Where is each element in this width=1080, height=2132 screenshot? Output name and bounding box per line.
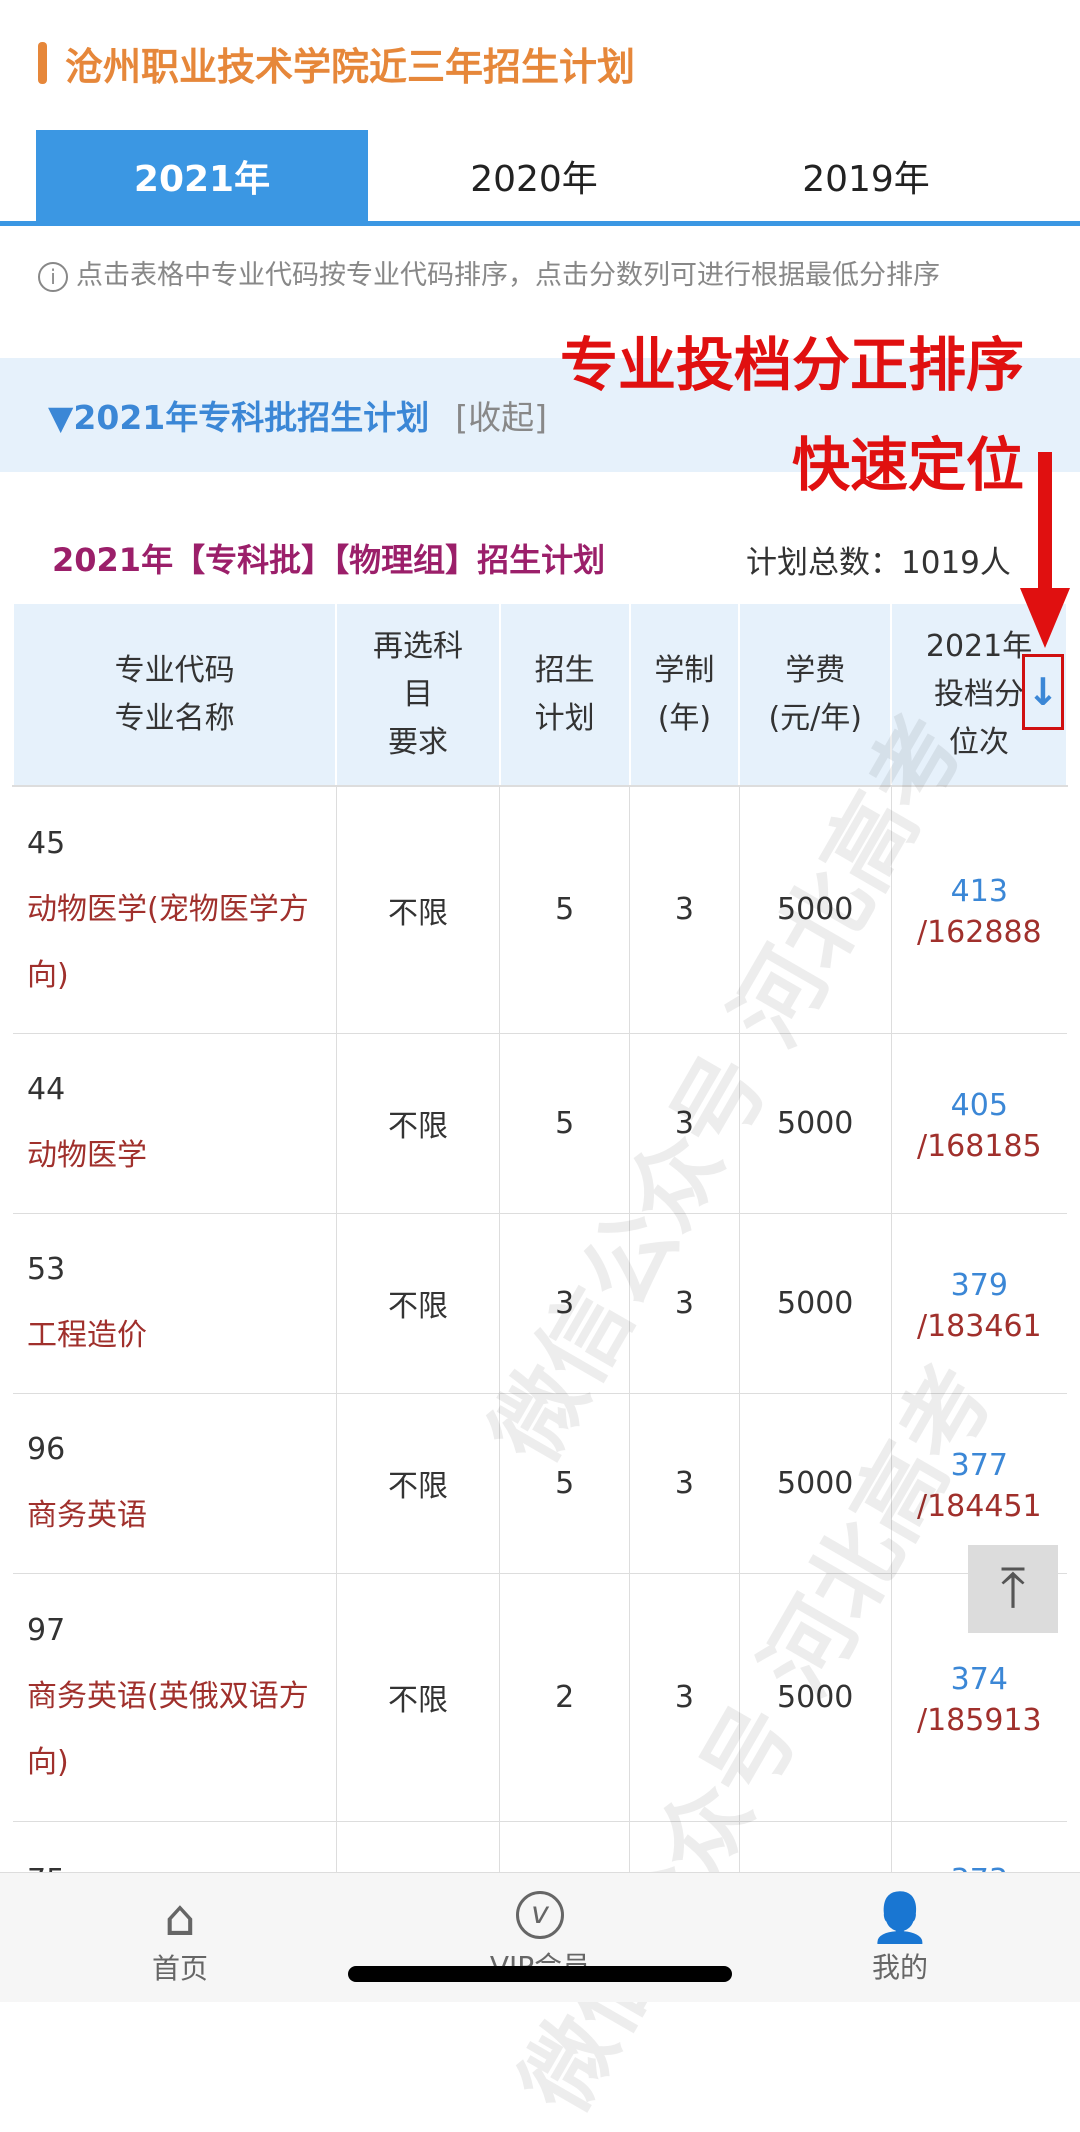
major-code: 44: [27, 1072, 66, 1107]
table-row[interactable]: 44 动物医学 不限 5 3 5000 405/168185: [13, 1032, 1067, 1214]
major-name: 工程造价: [27, 1318, 147, 1353]
major-cell[interactable]: 44 动物医学: [13, 1032, 337, 1214]
annotation-line2: 快速定位: [791, 431, 1024, 499]
home-indicator: [348, 1966, 732, 1982]
header-code-name[interactable]: 专业代码 专业名称: [11, 602, 338, 787]
years-cell: 3: [629, 1392, 740, 1574]
rank: /183461: [916, 1308, 1042, 1344]
red-arrow-icon: [1038, 452, 1052, 592]
year-tabs: 2021年 2020年 2019年: [0, 130, 1080, 226]
requirement-cell: 不限: [335, 785, 500, 1034]
header-years: 学制 (年): [628, 602, 741, 787]
plan-cell: 5: [499, 785, 630, 1034]
fee-cell: 5000: [738, 1212, 892, 1394]
major-cell[interactable]: 53 工程造价: [13, 1212, 337, 1394]
header-plan: 招生 计划: [498, 602, 631, 787]
major-name: 动物医学(宠物医学方向): [27, 891, 309, 993]
tab-2020[interactable]: 2020年: [368, 130, 700, 221]
rank: /168185: [916, 1128, 1042, 1164]
major-cell[interactable]: 97 商务英语(英俄双语方向): [13, 1572, 337, 1822]
plan-subtitle: 2021年【专科批】【物理组】招生计划: [52, 541, 606, 579]
major-code: 97: [27, 1613, 66, 1648]
major-cell[interactable]: 96 商务英语: [13, 1392, 337, 1574]
section-title: ▼2021年专科批招生计划: [48, 398, 430, 437]
nav-home[interactable]: ⌂ 首页: [0, 1873, 360, 2002]
requirement-cell: 不限: [335, 1212, 500, 1394]
major-code: 96: [27, 1432, 66, 1467]
tab-2019[interactable]: 2019年: [700, 130, 1032, 221]
min-score: 405: [950, 1087, 1008, 1123]
major-code: 53: [27, 1252, 66, 1287]
nav-me-label: 我的: [871, 1951, 928, 1984]
tab-2021[interactable]: 2021年: [36, 130, 368, 221]
info-text: i 点击表格中专业代码按专业代码排序，点击分数列可进行根据最低分排序: [38, 252, 1048, 300]
user-icon: 👤: [870, 1890, 930, 1946]
plan-total: 计划总数：1019人: [746, 545, 1011, 581]
annotation-line1: 专业投档分正排序: [559, 331, 1024, 399]
major-name: 动物医学: [27, 1138, 147, 1173]
nav-home-label: 首页: [151, 1951, 208, 1985]
min-score: 374: [950, 1661, 1008, 1697]
back-to-top-button[interactable]: ⤒: [968, 1545, 1058, 1633]
home-icon: ⌂: [164, 1888, 196, 1947]
major-name: 商务英语: [27, 1498, 147, 1533]
rank: /162888: [916, 915, 1042, 951]
requirement-cell: 不限: [335, 1032, 500, 1214]
collapse-link[interactable]: [收起]: [455, 391, 547, 439]
section-title-text: 2021年专科批招生计划: [73, 398, 430, 437]
min-score: 379: [950, 1267, 1008, 1303]
table-row[interactable]: 97 商务英语(英俄双语方向) 不限 2 3 5000 374/185913: [13, 1572, 1067, 1822]
vip-icon: v: [516, 1890, 564, 1939]
requirement-cell: 不限: [335, 1572, 500, 1822]
title-text: 沧州职业技术学院近三年招生计划: [65, 44, 636, 89]
info-message: 点击表格中专业代码按专业代码排序，点击分数列可进行根据最低分排序: [76, 260, 940, 291]
header-requirement: 再选科目要求: [335, 602, 501, 787]
page-title: 沧州职业技术学院近三年招生计划: [38, 38, 636, 89]
major-name: 商务英语(英俄双语方向): [27, 1679, 309, 1780]
sort-arrow-icon[interactable]: ↓: [1022, 654, 1064, 730]
info-icon: i: [38, 261, 68, 292]
nav-vip[interactable]: vVIP会员: [360, 1873, 720, 2002]
score-cell: 405/168185: [890, 1032, 1067, 1214]
min-score: 413: [950, 874, 1008, 910]
major-code: 45: [27, 825, 66, 861]
red-arrow-head: [1020, 588, 1070, 648]
major-cell[interactable]: 45 动物医学(宠物医学方向): [13, 785, 337, 1034]
rank: /185913: [916, 1702, 1042, 1738]
plan-cell: 2: [499, 1572, 630, 1822]
bottom-nav: ⌂ 首页 vVIP会员 👤 我的: [0, 1872, 1080, 2002]
title-bar: [38, 42, 47, 84]
nav-me[interactable]: 👤 我的: [720, 1873, 1080, 2002]
